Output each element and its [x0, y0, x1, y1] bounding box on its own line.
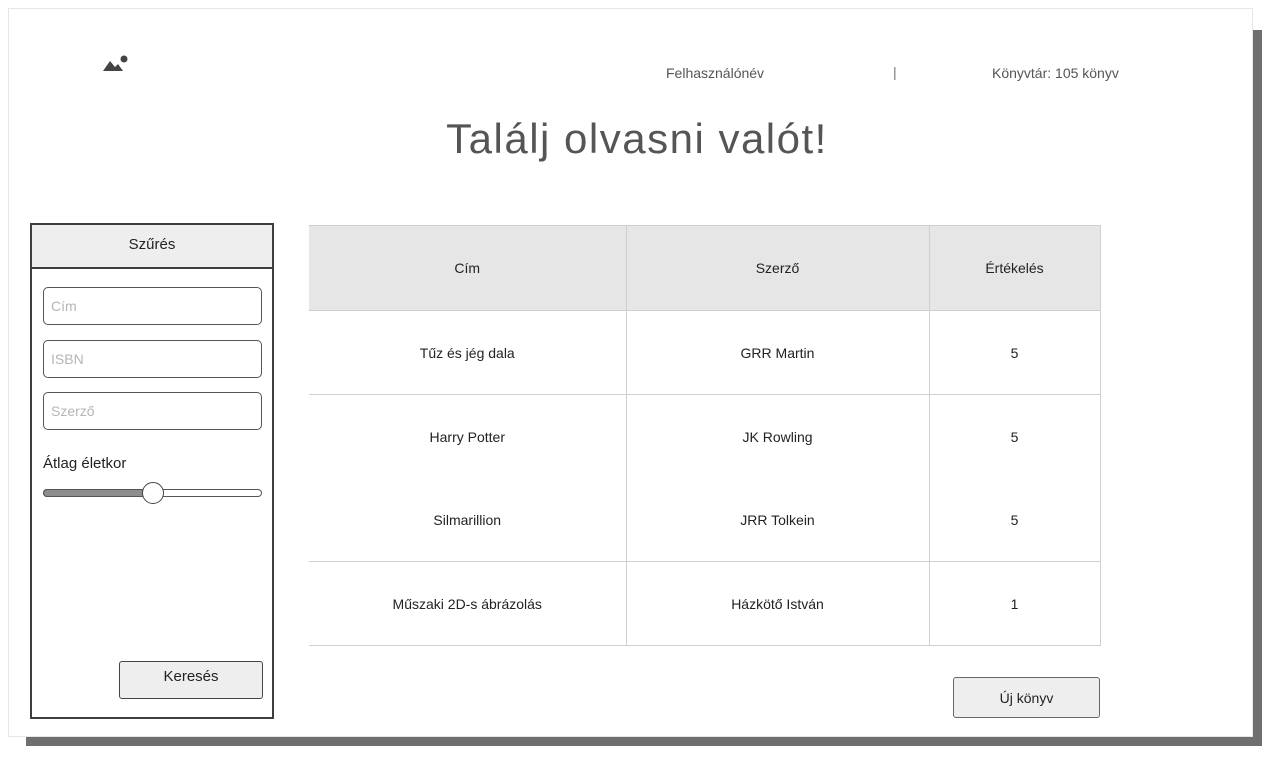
column-header-author[interactable]: Szerző — [625, 225, 930, 311]
table-row[interactable]: Tűz és jég dala GRR Martin 5 — [309, 310, 1101, 395]
column-header-title[interactable]: Cím — [309, 225, 627, 311]
book-title-cell: Harry Potter — [309, 394, 627, 478]
book-rating-cell: 5 — [928, 310, 1101, 395]
slider-thumb[interactable] — [142, 482, 164, 504]
search-button[interactable]: Keresés — [119, 661, 263, 699]
average-age-label: Átlag életkor — [43, 455, 127, 472]
filter-panel-heading: Szűrés — [32, 225, 272, 269]
table-row[interactable]: Harry Potter JK Rowling 5 — [309, 394, 1101, 478]
page-title: Találj olvasni valót! — [446, 115, 828, 162]
book-rating-cell: 5 — [928, 478, 1101, 562]
filter-panel: Szűrés Átlag életkor Keresés — [30, 223, 274, 719]
author-search-input[interactable] — [43, 392, 262, 430]
book-rating-cell: 5 — [928, 394, 1101, 478]
slider-fill — [43, 489, 153, 497]
isbn-search-input[interactable] — [43, 340, 262, 378]
image-placeholder-icon — [103, 55, 128, 71]
book-rating-cell: 1 — [928, 561, 1101, 646]
book-author-cell: JRR Tolkein — [625, 478, 930, 562]
book-title-cell: Silmarillion — [309, 478, 627, 562]
book-title-cell: Műszaki 2D-s ábrázolás — [309, 561, 627, 646]
book-author-cell: JK Rowling — [625, 394, 930, 478]
book-author-cell: Házkötő István — [625, 561, 930, 646]
book-table: Cím Szerző Értékelés Tűz és jég dala GRR… — [309, 225, 1101, 646]
book-author-cell: GRR Martin — [625, 310, 930, 395]
title-search-input[interactable] — [43, 287, 262, 325]
book-title-cell: Tűz és jég dala — [309, 310, 627, 395]
username-label[interactable]: Felhasználónév — [666, 65, 764, 81]
page-frame: Felhasználónév | Könyvtár: 105 könyv Tal… — [8, 8, 1253, 737]
table-header-row: Cím Szerző Értékelés — [309, 225, 1101, 311]
table-row[interactable]: Műszaki 2D-s ábrázolás Házkötő István 1 — [309, 561, 1101, 646]
library-count-label[interactable]: Könyvtár: 105 könyv — [992, 65, 1119, 81]
column-header-rating[interactable]: Értékelés — [928, 225, 1101, 311]
new-book-button[interactable]: Új könyv — [953, 677, 1100, 718]
header-separator: | — [893, 64, 897, 80]
average-age-slider[interactable] — [43, 482, 262, 504]
table-row[interactable]: Silmarillion JRR Tolkein 5 — [309, 478, 1101, 562]
